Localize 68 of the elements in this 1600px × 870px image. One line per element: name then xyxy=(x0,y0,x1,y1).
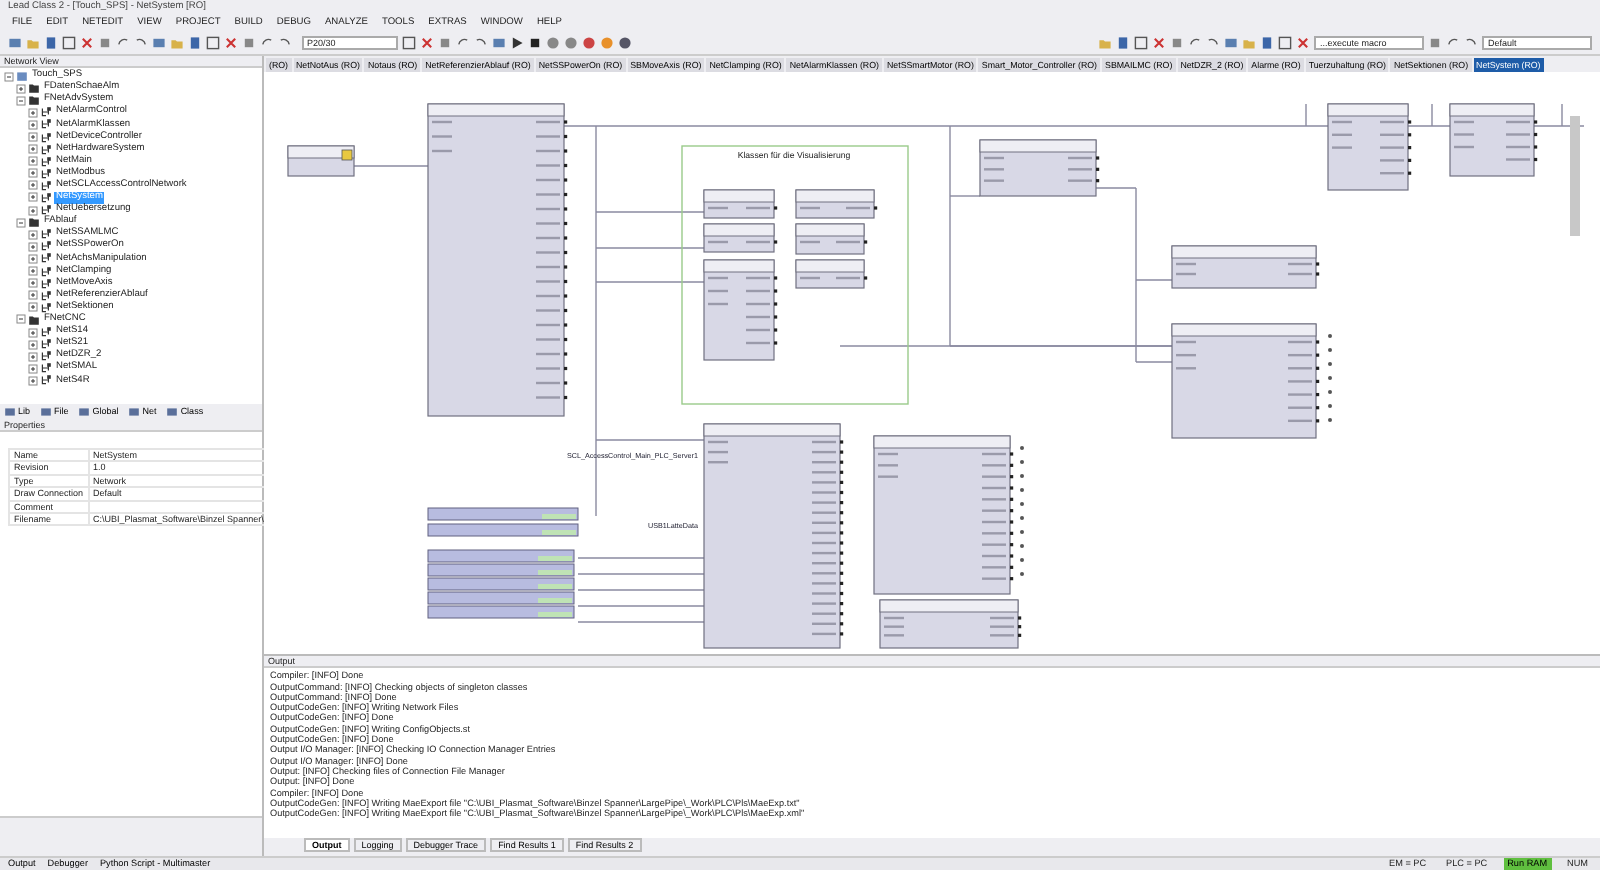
frame-icon[interactable] xyxy=(1134,36,1148,50)
expander-icon[interactable] xyxy=(28,253,38,264)
expander-icon[interactable] xyxy=(28,180,38,191)
frame-icon[interactable] xyxy=(401,36,415,50)
redo-icon[interactable] xyxy=(1464,36,1478,50)
expander-icon[interactable] xyxy=(28,107,38,118)
tab-icon xyxy=(40,406,53,418)
expander-icon[interactable] xyxy=(16,217,26,228)
expander-icon[interactable] xyxy=(28,192,38,203)
expander-icon[interactable] xyxy=(4,71,14,82)
square-icon[interactable] xyxy=(242,36,256,50)
undo-icon[interactable] xyxy=(1446,36,1460,50)
expander-icon[interactable] xyxy=(28,144,38,155)
expander-icon[interactable] xyxy=(16,95,26,106)
circle-icon[interactable] xyxy=(581,36,595,50)
expander-icon[interactable] xyxy=(28,278,38,289)
square-icon[interactable] xyxy=(1428,36,1442,50)
expander-icon[interactable] xyxy=(28,363,38,374)
expander-icon[interactable] xyxy=(28,168,38,179)
square-icon[interactable] xyxy=(437,36,451,50)
expander-icon[interactable] xyxy=(16,314,26,325)
circle-icon[interactable] xyxy=(563,36,577,50)
close-icon[interactable] xyxy=(224,36,238,50)
expander-icon[interactable] xyxy=(16,83,26,94)
undo-icon[interactable] xyxy=(260,36,274,50)
expander-icon[interactable] xyxy=(28,119,38,130)
square-icon[interactable] xyxy=(1170,36,1184,50)
window-icon[interactable] xyxy=(8,36,22,50)
close-icon[interactable] xyxy=(1152,36,1166,50)
tab-icon xyxy=(4,406,16,418)
folder-icon xyxy=(28,216,40,229)
circle-icon[interactable] xyxy=(617,36,631,50)
undo-icon[interactable] xyxy=(116,36,130,50)
expander-icon[interactable] xyxy=(28,290,38,301)
expander-icon[interactable] xyxy=(28,351,38,362)
expander-icon[interactable] xyxy=(28,339,38,350)
expander-icon[interactable] xyxy=(28,302,38,313)
window-icon[interactable] xyxy=(491,36,505,50)
close-icon[interactable] xyxy=(80,36,94,50)
window-icon[interactable] xyxy=(1224,36,1238,50)
expander-icon[interactable] xyxy=(28,375,38,386)
play-icon[interactable] xyxy=(509,36,523,50)
expander-icon[interactable] xyxy=(28,266,38,277)
frame-icon[interactable] xyxy=(1278,36,1292,50)
window-icon[interactable] xyxy=(152,36,166,50)
expander-icon[interactable] xyxy=(28,205,38,216)
redo-icon[interactable] xyxy=(1206,36,1220,50)
undo-icon[interactable] xyxy=(455,36,469,50)
close-icon[interactable] xyxy=(1296,36,1310,50)
tab-icon xyxy=(128,406,141,418)
redo-icon[interactable] xyxy=(134,36,148,50)
tab-icon xyxy=(78,406,91,418)
square-icon[interactable] xyxy=(98,36,112,50)
undo-icon[interactable] xyxy=(1188,36,1202,50)
expander-icon[interactable] xyxy=(28,132,38,143)
redo-icon[interactable] xyxy=(278,36,292,50)
redo-icon[interactable] xyxy=(473,36,487,50)
expander-icon[interactable] xyxy=(28,241,38,252)
frame-icon[interactable] xyxy=(206,36,220,50)
expander-icon[interactable] xyxy=(28,229,38,240)
folder-icon xyxy=(28,313,40,326)
tab-icon xyxy=(166,406,179,418)
frame-icon[interactable] xyxy=(62,36,76,50)
stop-icon[interactable] xyxy=(527,36,541,50)
close-icon[interactable] xyxy=(419,36,433,50)
project-icon xyxy=(16,70,28,83)
expander-icon[interactable] xyxy=(28,327,38,338)
expander-icon[interactable] xyxy=(28,156,38,167)
